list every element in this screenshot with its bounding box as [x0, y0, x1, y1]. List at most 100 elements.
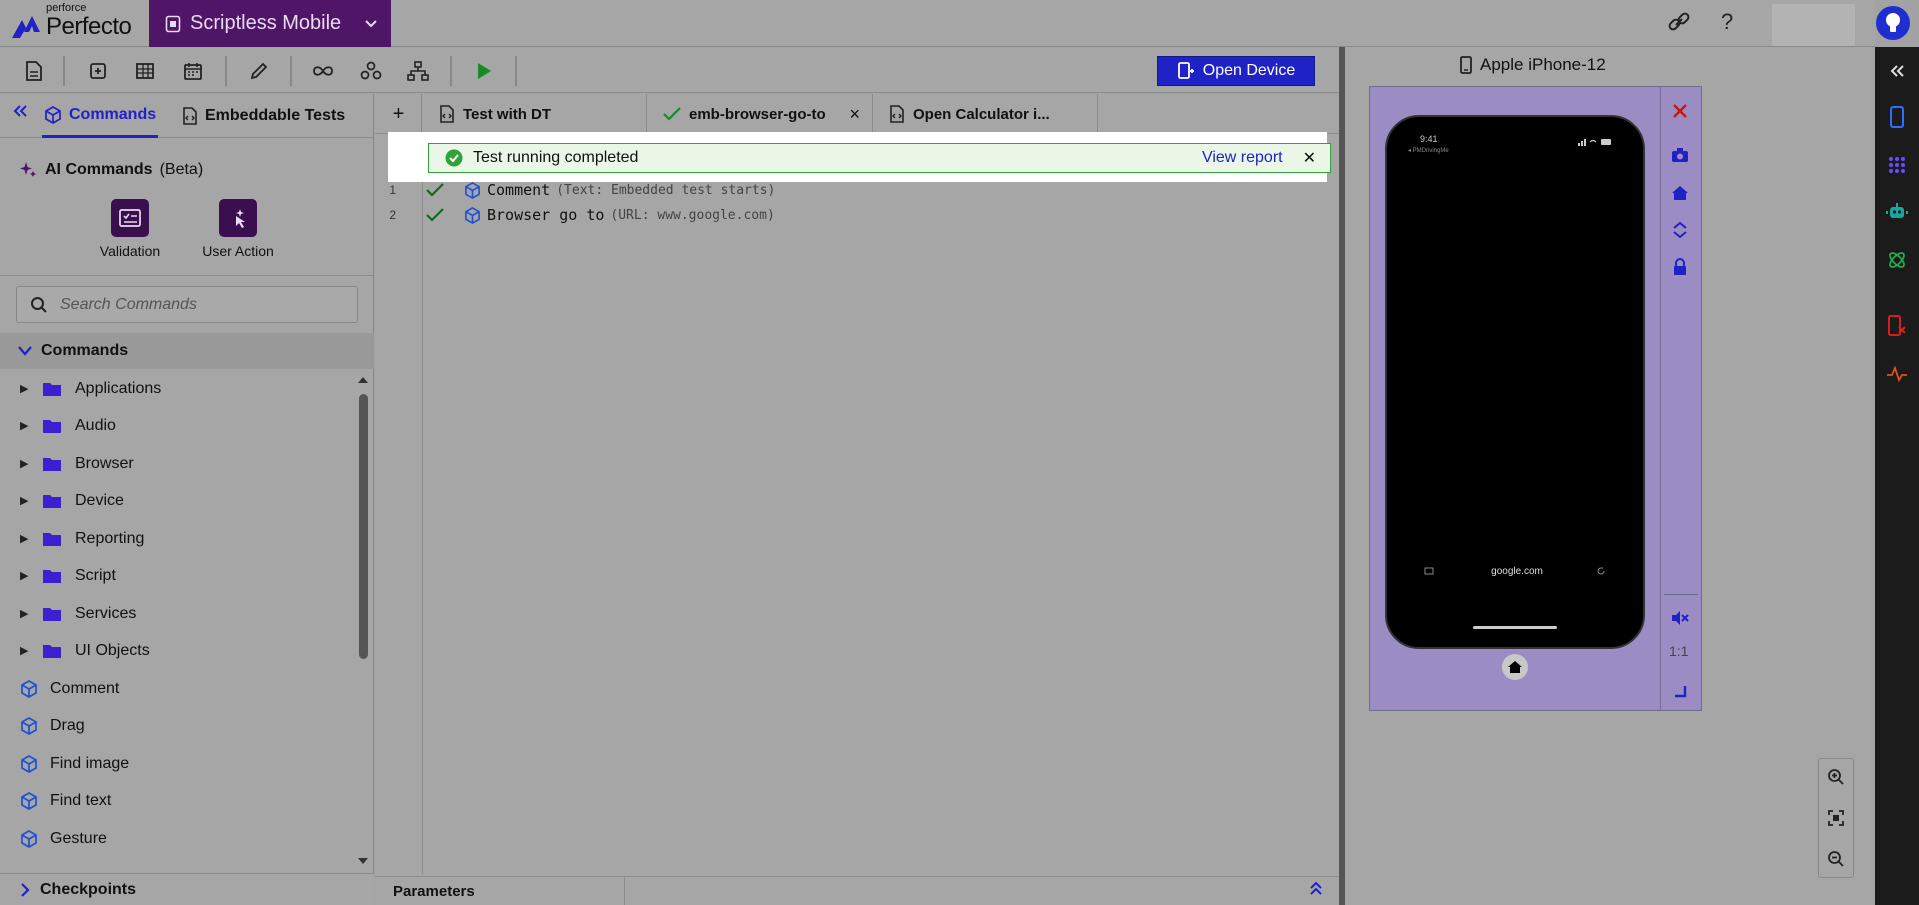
command-label: Drag: [50, 716, 85, 734]
folder-label: Services: [75, 604, 137, 622]
close-banner-icon[interactable]: ✕: [1303, 148, 1316, 168]
resize-corner-icon[interactable]: [1668, 679, 1692, 703]
product-switcher[interactable]: Scriptless Mobile: [149, 0, 391, 47]
home-button[interactable]: [1502, 654, 1528, 680]
folder-label: Reporting: [75, 529, 145, 547]
scale-ratio[interactable]: 1:1: [1669, 643, 1688, 659]
step-params: (URL: www.google.com): [610, 207, 775, 223]
rotate-icon[interactable]: [1668, 218, 1692, 242]
checkpoints-section-header[interactable]: Checkpoints: [0, 873, 374, 905]
cube-icon: [21, 716, 37, 735]
commands-section-header[interactable]: Commands: [0, 333, 374, 369]
device-icon[interactable]: [1884, 104, 1910, 130]
toolbar: [0, 48, 1340, 93]
caret-right-icon: ▶: [20, 645, 29, 657]
phone-icon: [1460, 56, 1472, 74]
open-device-label: Open Device: [1202, 62, 1296, 79]
tab-commands[interactable]: Commands: [42, 94, 159, 138]
expand-up-icon[interactable]: [1308, 880, 1324, 896]
tab-open-calculator[interactable]: Open Calculator i...: [873, 94, 1098, 134]
embed-file-icon: [440, 105, 454, 123]
folder-script[interactable]: ▶ Script: [0, 557, 355, 594]
camera-icon[interactable]: [1668, 143, 1692, 167]
ai-user-action-button[interactable]: User Action: [188, 199, 288, 259]
tab-test-with-dt[interactable]: Test with DT: [423, 94, 647, 134]
zoom-out-icon[interactable]: [1824, 847, 1848, 871]
close-tab-icon[interactable]: ×: [849, 104, 860, 125]
caret-right-icon: ▶: [20, 458, 29, 470]
remove-device-icon[interactable]: [1884, 313, 1910, 339]
perfecto-logo[interactable]: perforce Perfecto: [10, 2, 140, 46]
close-device-icon[interactable]: [1668, 99, 1692, 123]
apps-grid-icon[interactable]: [1884, 152, 1910, 178]
add-test-icon[interactable]: [87, 59, 111, 83]
folder-services[interactable]: ▶ Services: [0, 595, 355, 632]
collapse-panel-icon[interactable]: [12, 103, 28, 119]
divider: [0, 275, 374, 276]
phone-home-indicator: [1473, 626, 1557, 629]
test-step[interactable]: 2 Browser go to (URL: www.google.com): [376, 203, 775, 227]
add-tab-button[interactable]: +: [376, 94, 422, 134]
collapse-right-icon[interactable]: [1884, 58, 1910, 84]
tab-embeddable-label: Embeddable Tests: [205, 107, 346, 124]
command-label: Find text: [50, 791, 112, 809]
lightbulb-icon[interactable]: [1876, 6, 1910, 40]
tab-embeddable-tests[interactable]: Embeddable Tests: [182, 94, 345, 138]
view-report-link[interactable]: View report: [1202, 149, 1283, 167]
device-name: Apple iPhone-12: [1480, 55, 1606, 74]
share-link-icon[interactable]: [1666, 9, 1692, 35]
folder-reporting[interactable]: ▶ Reporting: [0, 520, 355, 557]
hierarchy-icon[interactable]: [406, 59, 430, 83]
search-commands-input[interactable]: Search Commands: [16, 286, 358, 323]
folder-icon: [43, 569, 61, 583]
folder-applications[interactable]: ▶ Applications: [0, 370, 355, 407]
command-comment[interactable]: Comment: [0, 670, 355, 707]
command-find-text[interactable]: Find text: [0, 782, 355, 819]
data-table-icon[interactable]: [133, 59, 157, 83]
run-play-icon[interactable]: [472, 59, 496, 83]
help-button[interactable]: ?: [1721, 9, 1733, 35]
command-drag[interactable]: Drag: [0, 707, 355, 744]
phone-back-app: ◂ PMDrivingMe: [1408, 148, 1449, 154]
home-icon[interactable]: [1668, 181, 1692, 205]
test-step[interactable]: 1 Comment (Text: Embedded test starts): [376, 178, 775, 202]
calendar-icon[interactable]: [181, 59, 205, 83]
folder-label: Audio: [75, 416, 116, 434]
folder-label: Script: [75, 566, 116, 584]
atom-icon[interactable]: [1884, 247, 1910, 273]
chevron-down-icon: [18, 346, 32, 356]
mute-icon[interactable]: [1668, 606, 1692, 630]
folder-device[interactable]: ▶ Device: [0, 482, 355, 519]
vitals-pulse-icon[interactable]: [1884, 361, 1910, 387]
caret-right-icon: ▶: [20, 495, 29, 507]
folder-audio[interactable]: ▶ Audio: [0, 407, 355, 444]
new-test-icon[interactable]: [22, 59, 46, 83]
robot-icon[interactable]: [1884, 199, 1910, 225]
phone-clock: 9:41: [1420, 134, 1438, 144]
ai-title-text: AI Commands: [45, 161, 153, 178]
scrollbar-thumb[interactable]: [359, 394, 368, 659]
loop-icon[interactable]: [311, 59, 335, 83]
folder-ui-objects[interactable]: ▶ UI Objects: [0, 632, 355, 669]
group-icon[interactable]: [359, 59, 383, 83]
fit-screen-icon[interactable]: [1824, 806, 1848, 830]
zoom-in-icon[interactable]: [1824, 765, 1848, 789]
command-gesture[interactable]: Gesture: [0, 820, 355, 857]
parameters-panel-header[interactable]: Parameters: [375, 876, 1340, 905]
device-title: Apple iPhone-12: [1460, 55, 1606, 75]
folder-label: Applications: [75, 379, 162, 397]
caret-right-icon: ▶: [20, 383, 29, 395]
lock-icon[interactable]: [1668, 255, 1692, 279]
open-device-button[interactable]: Open Device: [1157, 56, 1315, 86]
open-device-icon: [1177, 62, 1194, 79]
tab-emb-browser-go-to[interactable]: emb-browser-go-to ×: [647, 94, 873, 134]
user-menu[interactable]: [1772, 4, 1855, 46]
folder-browser[interactable]: ▶ Browser: [0, 445, 355, 482]
edit-pencil-icon[interactable]: [247, 59, 271, 83]
folder-icon: [43, 382, 61, 396]
ai-validation-button[interactable]: Validation: [80, 199, 180, 259]
chevron-right-icon: [21, 882, 30, 897]
command-find-image[interactable]: Find image: [0, 745, 355, 782]
embed-file-icon: [890, 105, 904, 123]
caret-right-icon: ▶: [20, 608, 29, 620]
